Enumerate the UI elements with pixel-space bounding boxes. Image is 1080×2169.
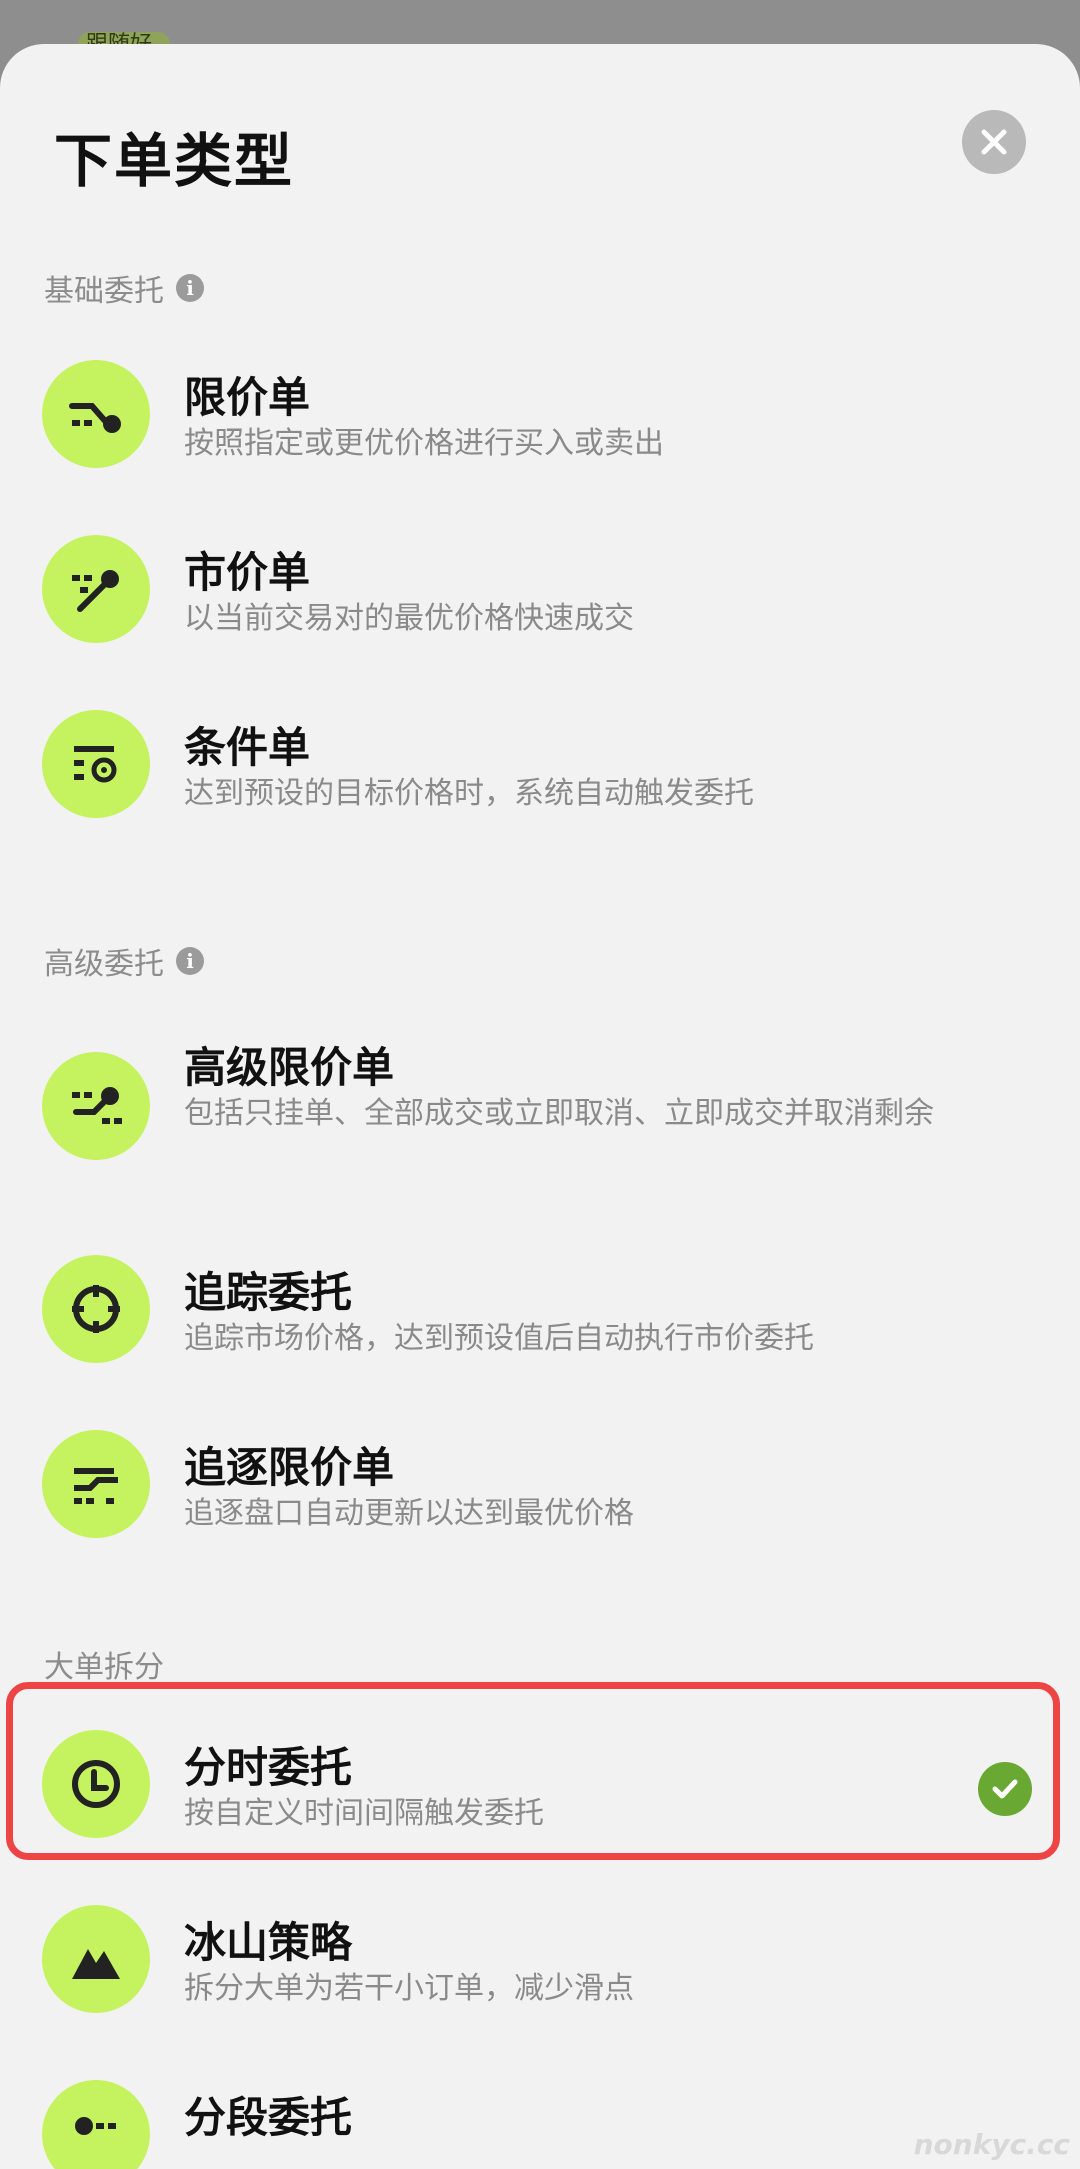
chase-limit-icon <box>42 1430 150 1538</box>
info-icon[interactable]: i <box>176 274 204 302</box>
section-label-large-order: 大单拆分 <box>44 1650 164 1685</box>
item-title: 分段委托 <box>184 2093 353 2142</box>
list-item-conditional-order[interactable]: 条件单 达到预设的目标价格时，系统自动触发委托 <box>0 694 1080 844</box>
clock-icon <box>42 1730 150 1838</box>
conditional-order-icon <box>42 710 150 818</box>
check-icon <box>978 1762 1032 1816</box>
item-description: 按自定义时间间隔触发委托 <box>184 1796 544 1831</box>
item-description: 追踪市场价格，达到预设值后自动执行市价委托 <box>184 1321 814 1356</box>
list-item-chase-limit[interactable]: 追逐限价单 追逐盘口自动更新以达到最优价格 <box>0 1414 1080 1564</box>
section-label-advanced: 高级委托 i <box>44 939 204 983</box>
order-type-sheet: 下单类型 基础委托 i 限价单 按照指定或更优价格进行买入或卖出 市价单 以当前… <box>0 44 1080 2169</box>
sheet-title: 下单类型 <box>54 127 295 195</box>
advanced-limit-icon <box>42 1052 150 1160</box>
segmented-order-icon <box>42 2080 150 2169</box>
item-description: 拆分大单为若干小订单，减少滑点 <box>184 1971 634 2006</box>
watermark: nonkyc.cc <box>913 2128 1070 2161</box>
close-icon <box>981 129 1007 155</box>
iceberg-icon <box>42 1905 150 2013</box>
list-item-market-order[interactable]: 市价单 以当前交易对的最优价格快速成交 <box>0 519 1080 669</box>
item-description: 追逐盘口自动更新以达到最优价格 <box>184 1496 634 1531</box>
section-label-basic: 基础委托 i <box>44 266 204 310</box>
list-item-limit-order[interactable]: 限价单 按照指定或更优价格进行买入或卖出 <box>0 344 1080 494</box>
close-button[interactable] <box>962 110 1026 174</box>
item-description: 包括只挂单、全部成交或立即取消、立即成交并取消剩余 <box>184 1096 934 1131</box>
list-item-advanced-limit[interactable]: 高级限价单 包括只挂单、全部成交或立即取消、立即成交并取消剩余 <box>0 1014 1080 1224</box>
trailing-order-icon <box>42 1255 150 1363</box>
list-item-time-split[interactable]: 分时委托 按自定义时间间隔触发委托 <box>0 1714 1080 1864</box>
item-description: 达到预设的目标价格时，系统自动触发委托 <box>184 776 754 811</box>
limit-order-icon <box>42 360 150 468</box>
list-item-iceberg[interactable]: 冰山策略 拆分大单为若干小订单，减少滑点 <box>0 1889 1080 2039</box>
item-description: 以当前交易对的最优价格快速成交 <box>184 601 634 636</box>
list-item-trailing-order[interactable]: 追踪委托 追踪市场价格，达到预设值后自动执行市价委托 <box>0 1239 1080 1389</box>
info-icon[interactable]: i <box>176 947 204 975</box>
item-description: 按照指定或更优价格进行买入或卖出 <box>184 426 664 461</box>
market-order-icon <box>42 535 150 643</box>
